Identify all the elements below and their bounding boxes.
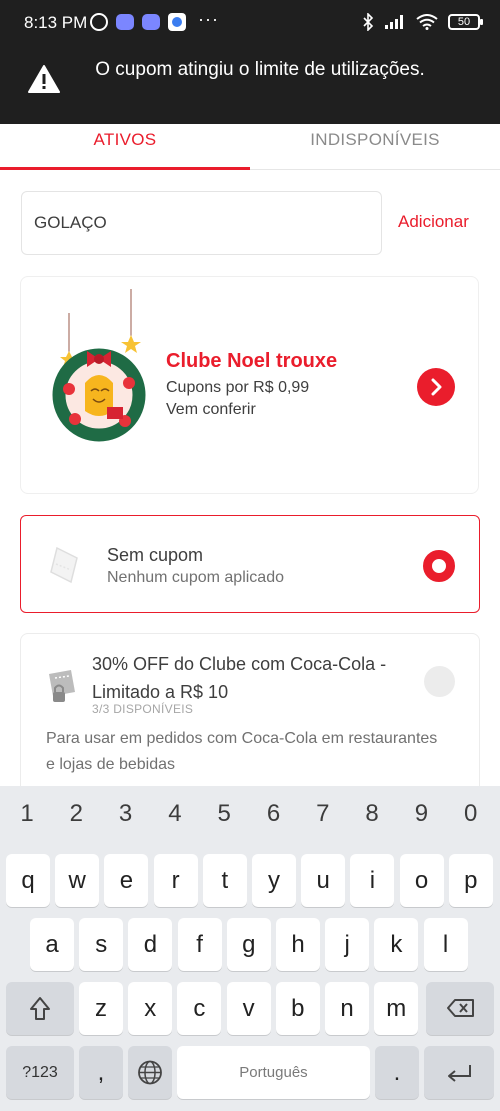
warning-icon <box>28 65 60 93</box>
number-key-7[interactable]: 7 <box>303 800 343 828</box>
symbols-key[interactable]: ?123 <box>6 1046 74 1099</box>
enter-arrow-icon <box>448 1065 471 1082</box>
key-x[interactable]: x <box>128 982 173 1035</box>
key-g[interactable]: g <box>226 918 271 971</box>
clube-promo-banner[interactable]: Clube Noel trouxe Cupons por R$ 0,99 Vem… <box>20 276 479 494</box>
key-k[interactable]: k <box>374 918 419 971</box>
number-key-5[interactable]: 5 <box>204 800 244 828</box>
key-l[interactable]: l <box>423 918 468 971</box>
banner-subtitle: Cupons por R$ 0,99 <box>166 379 310 396</box>
key-v[interactable]: v <box>226 982 271 1035</box>
no-coupon-subtitle: Nenhum cupom aplicado <box>107 569 284 586</box>
number-key-2[interactable]: 2 <box>56 800 96 828</box>
error-toast: O cupom atingiu o limite de utilizações. <box>0 46 500 124</box>
key-y[interactable]: y <box>252 854 296 907</box>
coupon-code-input[interactable] <box>21 191 382 255</box>
notification-icons: ··· <box>90 9 219 31</box>
number-key-0[interactable]: 0 <box>451 800 491 828</box>
language-key[interactable] <box>128 1046 172 1099</box>
discord-icon <box>116 14 134 30</box>
battery-icon: 50 <box>448 14 483 30</box>
coupon-card[interactable]: 30% OFF do Clube com Coca-Cola - Limitad… <box>20 633 480 803</box>
number-key-4[interactable]: 4 <box>155 800 195 828</box>
key-w[interactable]: w <box>55 854 100 907</box>
enter-key[interactable] <box>424 1046 494 1099</box>
number-key-3[interactable]: 3 <box>106 800 146 828</box>
number-key-9[interactable]: 9 <box>401 800 441 828</box>
key-u[interactable]: u <box>301 854 346 907</box>
globe-icon <box>138 1060 162 1085</box>
key-n[interactable]: n <box>325 982 369 1035</box>
key-i[interactable]: i <box>350 854 395 907</box>
key-p[interactable]: p <box>448 854 493 907</box>
key-f[interactable]: f <box>177 918 222 971</box>
key-r[interactable]: r <box>153 854 198 907</box>
banner-title: Clube Noel trouxe <box>166 350 338 372</box>
system-icons: 50 <box>362 13 483 31</box>
bluetooth-icon <box>363 13 374 31</box>
add-coupon-button[interactable]: Adicionar <box>398 212 469 232</box>
banner-cta-text: Vem conferir <box>166 401 256 418</box>
number-key-6[interactable]: 6 <box>254 800 294 828</box>
key-t[interactable]: t <box>202 854 247 907</box>
key-h[interactable]: h <box>276 918 320 971</box>
active-tab-indicator <box>0 167 250 170</box>
coupon-availability: 3/3 DISPONÍVEIS <box>92 702 194 716</box>
chevron-right-icon <box>431 378 442 396</box>
space-key[interactable]: Português <box>177 1046 370 1099</box>
key-o[interactable]: o <box>399 854 444 907</box>
toast-message: O cupom atingiu o limite de utilizações. <box>95 59 425 80</box>
unselected-radio[interactable] <box>424 666 455 697</box>
key-m[interactable]: m <box>374 982 419 1035</box>
banner-arrow-button[interactable] <box>417 368 455 406</box>
number-key-1[interactable]: 1 <box>7 800 47 828</box>
no-coupon-option[interactable]: Sem cupom Nenhum cupom aplicado <box>20 515 480 613</box>
key-b[interactable]: b <box>275 982 320 1035</box>
key-j[interactable]: j <box>325 918 370 971</box>
alarm-icon <box>90 13 108 31</box>
backspace-icon <box>447 999 474 1017</box>
period-key[interactable]: . <box>375 1046 419 1099</box>
tab-indisponiveis[interactable]: INDISPONÍVEIS <box>250 130 500 150</box>
messenger-icon <box>168 13 186 31</box>
discord-icon <box>142 14 160 30</box>
ticket-icon <box>50 546 78 584</box>
number-row: 1234567890 <box>0 800 500 834</box>
key-s[interactable]: s <box>79 918 124 971</box>
comma-key[interactable]: , <box>79 1046 123 1099</box>
status-bar: 8:13 PM ··· 50 <box>0 0 500 46</box>
on-screen-keyboard: 1234567890 qwertyuiop asdfghjkl zxcvbnm … <box>0 786 500 1111</box>
coupon-tabs: ATIVOS INDISPONÍVEIS <box>0 124 500 170</box>
status-time: 8:13 PM <box>24 13 88 32</box>
locked-ticket-icon <box>49 670 75 702</box>
selected-radio[interactable] <box>423 550 455 582</box>
key-d[interactable]: d <box>128 918 173 971</box>
number-key-8[interactable]: 8 <box>352 800 392 828</box>
christmas-wreath-illustration <box>52 289 146 442</box>
no-coupon-title: Sem cupom <box>107 545 204 565</box>
key-z[interactable]: z <box>79 982 123 1035</box>
tab-ativos[interactable]: ATIVOS <box>0 130 250 150</box>
shift-arrow-icon <box>30 997 50 1020</box>
key-e[interactable]: e <box>104 854 149 907</box>
key-q[interactable]: q <box>6 854 50 907</box>
coupon-description: Para usar em pedidos com Coca-Cola em re… <box>46 730 438 773</box>
shift-key[interactable] <box>6 982 74 1035</box>
more-notifications-icon: ··· <box>198 8 219 29</box>
key-c[interactable]: c <box>177 982 222 1035</box>
wifi-icon <box>416 14 438 30</box>
signal-icon <box>385 15 403 29</box>
key-a[interactable]: a <box>30 918 74 971</box>
backspace-key[interactable] <box>426 982 494 1035</box>
coupon-title: 30% OFF do Clube com Coca-Cola - Limitad… <box>92 654 387 702</box>
